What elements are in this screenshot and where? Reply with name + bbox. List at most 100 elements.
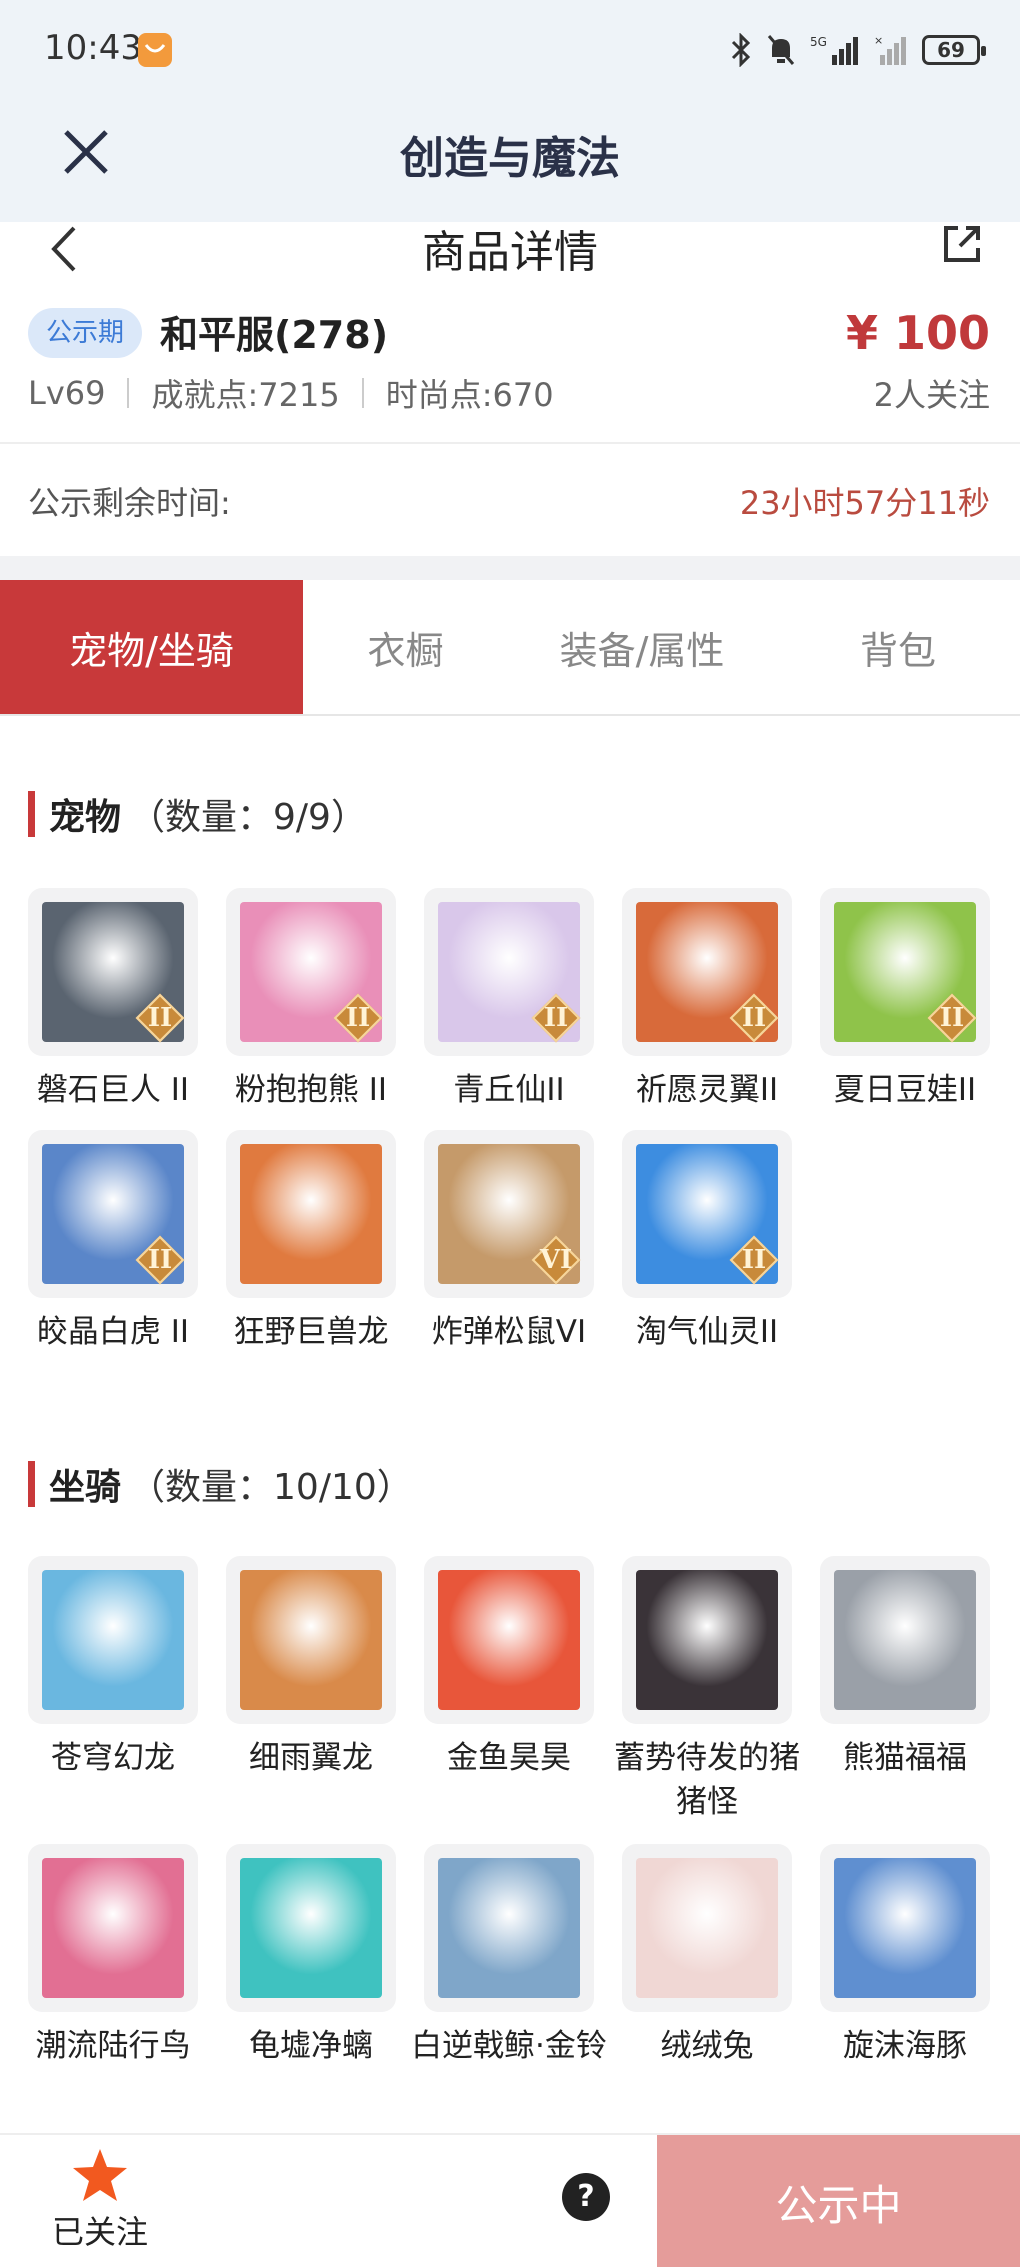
item-name: 磐石巨人 II [36, 1072, 190, 1108]
mount-item[interactable]: 潮流陆行鸟 [28, 1844, 198, 2068]
countdown-value: 23小时57分11秒 [739, 484, 990, 522]
mount-item[interactable]: 绒绒兔 [622, 1844, 792, 2068]
level-badge-text: II [147, 1245, 173, 1275]
pet-item[interactable]: II 青丘仙II [424, 888, 594, 1112]
level-badge-text: II [741, 1003, 767, 1033]
item-name: 青丘仙II [453, 1072, 565, 1108]
section-marker [28, 1461, 35, 1507]
section-count: （数量：9/9） [129, 797, 367, 838]
pet-item[interactable]: II 夏日豆娃II [820, 888, 990, 1112]
item-thumbnail: II [28, 1130, 198, 1298]
item-thumbnail: II [622, 1130, 792, 1298]
mount-item[interactable]: 龟墟净螭 [226, 1844, 396, 2068]
star-icon [73, 2149, 127, 2201]
section-separator [0, 556, 1020, 580]
pet-item[interactable]: VI 炸弹松鼠VI [424, 1130, 594, 1354]
item-thumbnail [622, 1844, 792, 2012]
item-name: 白逆戟鲸·金铃 [411, 2028, 607, 2064]
item-name: 淘气仙灵II [635, 1314, 779, 1350]
item-thumbnail [226, 1130, 396, 1298]
follow-button[interactable]: 已关注 [30, 2147, 170, 2259]
item-name: 祈愿灵翼II [635, 1072, 779, 1108]
mount-item[interactable]: 金鱼昊昊 [424, 1556, 594, 1780]
pet-item[interactable]: II 祈愿灵翼II [622, 888, 792, 1112]
tab-equipment[interactable]: 装备/属性 [508, 580, 776, 714]
item-thumbnail: II [28, 888, 198, 1056]
item-thumbnail [28, 1556, 198, 1724]
share-icon[interactable] [940, 222, 984, 266]
fashion-points: 时尚点:670 [385, 376, 554, 414]
item-image [438, 1570, 580, 1710]
pet-item[interactable]: II 淘气仙灵II [622, 1130, 792, 1354]
product-info: 公示期 和平服(278) ¥ 100 Lv69 成就点:7215 时尚点:670… [0, 282, 1020, 442]
app-header: 创造与魔法 [0, 100, 1020, 222]
bottom-bar: 已关注 ? 公示中 [0, 2133, 1020, 2267]
price: ¥ 100 [845, 306, 990, 360]
countdown-label: 公示剩余时间: [28, 484, 231, 522]
item-image [240, 1858, 382, 1998]
divider [127, 378, 130, 408]
item-name: 熊猫福福 [843, 1740, 967, 1776]
help-icon[interactable]: ? [562, 2173, 610, 2221]
app-title: 创造与魔法 [400, 133, 620, 184]
item-thumbnail [820, 1556, 990, 1724]
item-name: 龟墟净螭 [249, 2028, 373, 2064]
status-time: 10:43 [44, 28, 142, 68]
detail-header: 商品详情 [0, 222, 1020, 282]
pet-item[interactable]: II 皎晶白虎 II [28, 1130, 198, 1354]
item-name: 炸弹松鼠VI [431, 1314, 587, 1350]
mount-item[interactable]: 细雨翼龙 [226, 1556, 396, 1780]
item-thumbnail: VI [424, 1130, 594, 1298]
item-image [636, 1858, 778, 1998]
item-thumbnail: II [424, 888, 594, 1056]
achievement-points: 成就点:7215 [151, 376, 340, 414]
item-image [42, 1570, 184, 1710]
tab-bar: 宠物/坐骑 衣橱 装备/属性 背包 [0, 580, 1020, 716]
item-thumbnail [28, 1844, 198, 2012]
countdown-row: 公示剩余时间: 23小时57分11秒 [0, 444, 1020, 556]
notification-app-icon [138, 33, 172, 67]
item-thumbnail: II [820, 888, 990, 1056]
item-name: 狂野巨兽龙 [233, 1314, 389, 1350]
status-icons: 5G × 69 [730, 28, 986, 72]
item-thumbnail: II [226, 888, 396, 1056]
item-name: 苍穹幻龙 [51, 1740, 175, 1776]
page: 10:43 5G × 69 创造与魔法 商品详情 公示期 和平服(278) ¥ … [0, 0, 1020, 2267]
pet-item[interactable]: II 粉抱抱熊 II [226, 888, 396, 1112]
status-button[interactable]: 公示中 [657, 2135, 1020, 2267]
item-image [834, 1570, 976, 1710]
mount-item[interactable]: 旋沫海豚 [820, 1844, 990, 2068]
item-name: 潮流陆行鸟 [35, 2028, 191, 2064]
item-name: 蓄势待发的猪猪怪 [614, 1740, 800, 1820]
pet-item[interactable]: II 磐石巨人 II [28, 888, 198, 1112]
item-name: 夏日豆娃II [833, 1072, 977, 1108]
svg-text:×: × [874, 34, 883, 47]
section-name: 宠物 [49, 797, 122, 838]
item-name: 细雨翼龙 [249, 1740, 373, 1776]
item-thumbnail [226, 1844, 396, 2012]
mount-item[interactable]: 苍穹幻龙 [28, 1556, 198, 1780]
tab-wardrobe[interactable]: 衣橱 [303, 580, 508, 714]
tab-pets-mounts[interactable]: 宠物/坐骑 [0, 580, 303, 714]
item-thumbnail [424, 1844, 594, 2012]
item-image [240, 1144, 382, 1284]
follower-count: 2人关注 [873, 376, 990, 414]
signal-5g-icon: 5G [810, 35, 858, 65]
item-thumbnail [820, 1844, 990, 2012]
level-badge-text: II [939, 1003, 965, 1033]
item-image [438, 1858, 580, 1998]
item-thumbnail: II [622, 888, 792, 1056]
item-name: 绒绒兔 [660, 2028, 754, 2064]
tab-backpack[interactable]: 背包 [776, 580, 1020, 714]
mount-item[interactable]: 熊猫福福 [820, 1556, 990, 1780]
mount-item[interactable]: 白逆戟鲸·金铃 [411, 1844, 607, 2068]
item-thumbnail [226, 1556, 396, 1724]
status-badge: 公示期 [28, 308, 143, 358]
pet-item[interactable]: 狂野巨兽龙 [226, 1130, 396, 1354]
section-name: 坐骑 [49, 1467, 122, 1508]
server-name: 和平服(278) [160, 313, 389, 357]
item-name: 粉抱抱熊 II [234, 1072, 388, 1108]
detail-title: 商品详情 [422, 227, 598, 278]
mount-item[interactable]: 蓄势待发的猪猪怪 [614, 1556, 800, 1824]
level-badge-text: II [741, 1245, 767, 1275]
